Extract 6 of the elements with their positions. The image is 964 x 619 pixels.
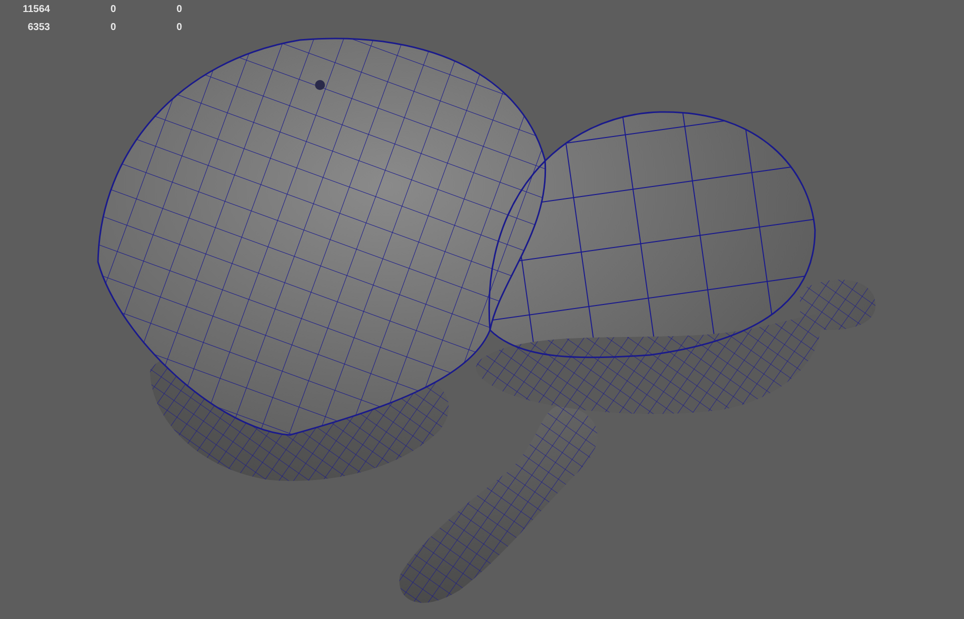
hud-value: 0 (109, 4, 116, 16)
hud-value: 0 (175, 22, 182, 34)
hud-value: 0 (109, 22, 116, 34)
hud-value: 0 (175, 4, 182, 16)
hud-value: 11564 (22, 4, 50, 16)
hud-value: 6353 (26, 22, 50, 34)
